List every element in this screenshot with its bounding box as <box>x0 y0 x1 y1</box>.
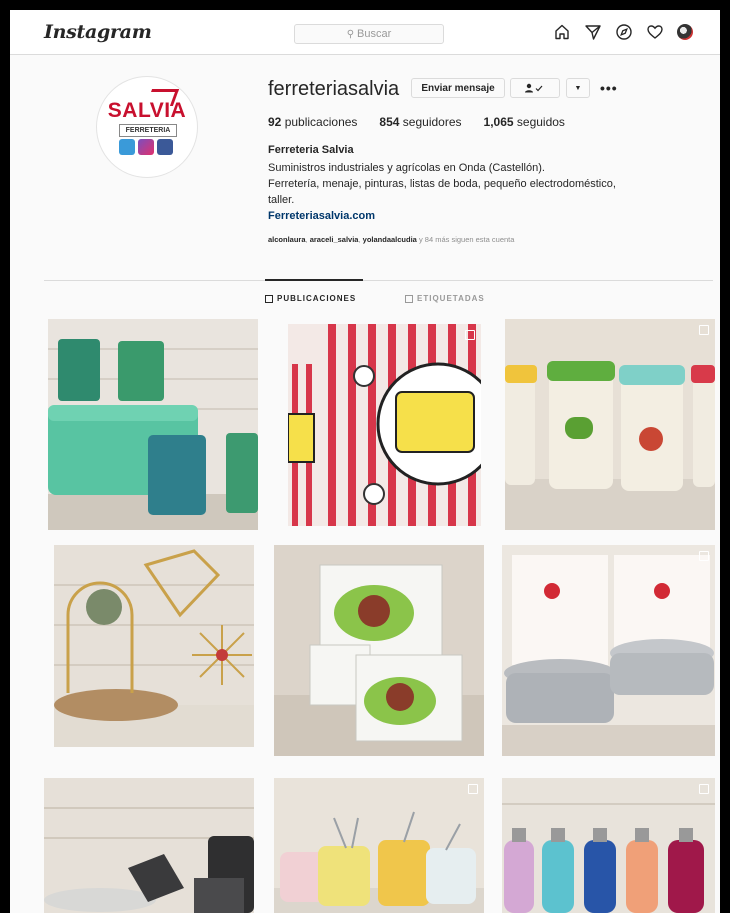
followed-by[interactable]: alconlaura, araceli_salvia, yolandaalcud… <box>268 235 514 244</box>
website-link[interactable]: Ferreteriasalvia.com <box>268 210 375 222</box>
pans-post[interactable] <box>44 778 254 913</box>
search-placeholder: Buscar <box>357 28 392 40</box>
carousel-icon <box>465 330 475 340</box>
followers-label: seguidores <box>402 115 462 129</box>
instagram-icon <box>138 139 154 155</box>
follower-link[interactable]: yolandaalcudia <box>363 235 417 244</box>
profile-full-name: Ferreteria Salvia <box>268 144 354 156</box>
twitter-icon <box>119 139 135 155</box>
carousel-icon <box>699 784 709 794</box>
gold-mirror-image <box>54 545 254 747</box>
tabs-divider <box>44 280 713 281</box>
green-mugs-post[interactable] <box>48 319 258 530</box>
green-mugs-image <box>48 319 258 530</box>
bottles-image <box>502 778 715 913</box>
tab-tagged[interactable]: ETIQUETADAS <box>405 294 485 303</box>
send-message-button[interactable]: Enviar mensaje <box>411 78 505 98</box>
following-stat[interactable]: 1,065 seguidos <box>484 115 565 129</box>
home-icon[interactable] <box>553 23 571 41</box>
grid-icon <box>265 294 273 303</box>
profile-bio: Suministros industriales y agrícolas en … <box>268 160 688 208</box>
following-check-icon <box>525 83 543 93</box>
nav-icons <box>553 23 693 41</box>
suggestions-dropdown-button[interactable]: ▼ <box>566 78 590 98</box>
bio-line: Ferretería, menaje, pinturas, listas de … <box>268 178 616 190</box>
following-label: seguidos <box>516 115 565 129</box>
social-icons <box>119 139 173 155</box>
carousel-icon <box>468 784 478 794</box>
lekue-box-post[interactable] <box>274 545 484 756</box>
profile-username: ferreteriasalvia <box>268 78 400 100</box>
following-button[interactable] <box>510 78 560 98</box>
fondue-image <box>274 778 484 913</box>
followers-stat[interactable]: 854 seguidores <box>379 115 461 129</box>
top-nav: Instagram ⚲ Buscar <box>10 10 720 55</box>
gold-mirror-post[interactable] <box>54 545 254 747</box>
fondue-post[interactable] <box>274 778 484 913</box>
popcorn-post[interactable] <box>288 324 481 526</box>
tab-posts-label: PUBLICACIONES <box>277 294 357 303</box>
carousel-icon <box>699 551 709 561</box>
follower-link[interactable]: alconlaura <box>268 235 306 244</box>
profile-pic-brand: SALVIA <box>107 99 187 122</box>
following-count: 1,065 <box>483 115 514 129</box>
bottles-post[interactable] <box>502 778 715 913</box>
followers-count: 854 <box>379 115 400 129</box>
tagged-icon <box>405 294 413 303</box>
chevron-down-icon: ▼ <box>574 84 582 92</box>
followed-by-rest: y 84 más siguen esta cuenta <box>418 235 515 244</box>
search-icon: ⚲ <box>346 28 355 40</box>
bio-line: taller. <box>268 194 295 206</box>
lacor-pots-image <box>502 545 715 756</box>
instagram-window: Instagram ⚲ Buscar SALVIA FERRETERIA fer… <box>10 10 720 913</box>
posts-count-stat: 92 publicaciones <box>268 115 357 129</box>
pans-image <box>44 778 254 913</box>
follower-link[interactable]: araceli_salvia <box>310 235 359 244</box>
direct-icon[interactable] <box>584 23 602 41</box>
travel-cups-image <box>505 319 715 530</box>
tab-tagged-label: ETIQUETADAS <box>417 294 485 303</box>
popcorn-image <box>288 324 481 526</box>
profile-picture[interactable]: SALVIA FERRETERIA <box>96 76 198 178</box>
bio-line: Suministros industriales y agrícolas en … <box>268 162 545 174</box>
instagram-logo[interactable]: Instagram <box>44 21 152 43</box>
tab-posts[interactable]: PUBLICACIONES <box>265 294 356 303</box>
posts-label: publicaciones <box>284 115 358 129</box>
lekue-box-image <box>274 545 484 756</box>
active-tab-indicator <box>265 279 363 281</box>
profile-pic-sub: FERRETERIA <box>119 124 177 137</box>
activity-heart-icon[interactable] <box>646 23 664 41</box>
search-input[interactable]: ⚲ Buscar <box>294 24 444 44</box>
posts-count: 92 <box>268 115 282 129</box>
more-options-icon[interactable]: ••• <box>600 80 618 96</box>
travel-cups-post[interactable] <box>505 319 715 530</box>
explore-icon[interactable] <box>615 23 633 41</box>
profile-avatar[interactable] <box>677 24 693 40</box>
facebook-icon <box>157 139 173 155</box>
carousel-icon <box>699 325 709 335</box>
lacor-pots-post[interactable] <box>502 545 715 756</box>
profile-stats: 92 publicaciones 854 seguidores 1,065 se… <box>268 115 565 129</box>
